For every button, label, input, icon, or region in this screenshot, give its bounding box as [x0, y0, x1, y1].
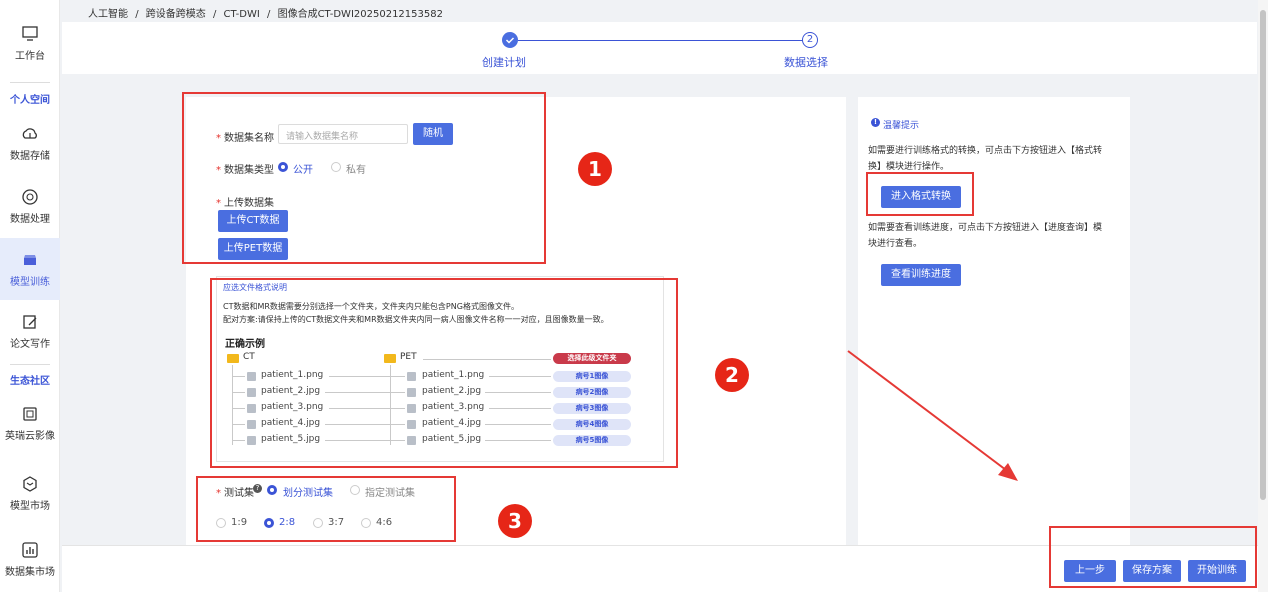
annotation-arrow	[847, 350, 1018, 481]
sidebar: 工作台 个人空间 数据存储 数据处理 模型训练 论文写作 生态社区 英瑞云影像 …	[0, 0, 60, 592]
step-label-create: 创建计划	[482, 56, 526, 69]
sidebar-item-label: 英瑞云影像	[5, 430, 55, 442]
image-icon	[23, 406, 37, 421]
tip-text-progress: 如需要查看训练进度，可点击下方按钮进入【进度查询】模块进行查看。	[868, 223, 1103, 249]
sidebar-section-personal: 个人空间	[10, 95, 50, 106]
breadcrumb-item[interactable]: 人工智能	[88, 9, 128, 20]
sidebar-item-storage[interactable]: 数据存储	[0, 112, 60, 174]
breadcrumb: 人工智能 / 跨设备跨模态 / CT-DWI / 图像合成CT-DWI20250…	[88, 5, 447, 20]
monitor-icon	[22, 25, 38, 41]
edit-icon	[23, 314, 37, 329]
step-connector	[518, 40, 805, 41]
breadcrumb-current: 图像合成CT-DWI20250212153582	[277, 9, 443, 20]
annotation-box-format	[866, 172, 974, 216]
sidebar-item-label: 数据处理	[10, 213, 50, 225]
box-icon	[24, 254, 36, 265]
breadcrumb-item[interactable]: CT-DWI	[224, 9, 260, 20]
annotation-box-1	[182, 92, 546, 264]
view-progress-button[interactable]: 查看训练进度	[881, 264, 961, 286]
aperture-icon	[22, 188, 38, 205]
breadcrumb-sep: /	[135, 9, 139, 20]
sidebar-item-dataset-market[interactable]: 数据集市场	[0, 528, 60, 590]
sidebar-section-community: 生态社区	[10, 376, 50, 387]
divider	[10, 82, 50, 83]
annotation-box-3	[196, 476, 456, 542]
sidebar-item-cloud-imaging[interactable]: 英瑞云影像	[0, 392, 60, 454]
sidebar-item-training[interactable]: 模型训练	[0, 238, 60, 300]
breadcrumb-sep: /	[267, 9, 271, 20]
breadcrumb-item[interactable]: 跨设备跨模态	[146, 9, 206, 20]
sidebar-item-writing[interactable]: 论文写作	[0, 300, 60, 362]
step-number: 2	[802, 32, 818, 48]
annotation-box-2	[210, 278, 678, 468]
step-complete-icon	[502, 32, 518, 48]
sidebar-item-label: 数据集市场	[5, 566, 55, 578]
annotation-badge-2: 2	[715, 358, 749, 392]
cloud-upload-icon	[22, 127, 37, 139]
sidebar-item-model-market[interactable]: 模型市场	[0, 462, 60, 524]
scrollbar-thumb[interactable]	[1260, 10, 1266, 500]
annotation-badge-1: 1	[578, 152, 612, 186]
sidebar-item-workbench[interactable]: 工作台	[0, 12, 60, 74]
sidebar-item-label: 模型训练	[10, 276, 50, 288]
tip-text-format: 如需要进行训练格式的转换，可点击下方按钮进入【格式转换】模块进行操作。	[868, 146, 1103, 172]
tip-title: 温馨提示	[883, 121, 920, 131]
info-icon: !	[871, 118, 880, 127]
annotation-box-actions	[1049, 526, 1257, 588]
step-indicator: 2 创建计划 数据选择	[62, 22, 1257, 74]
sidebar-item-processing[interactable]: 数据处理	[0, 175, 60, 237]
hexagon-icon	[23, 475, 37, 492]
annotation-badge-3: 3	[498, 504, 532, 538]
sidebar-item-label: 论文写作	[10, 338, 50, 350]
sidebar-item-label: 模型市场	[10, 500, 50, 512]
breadcrumb-sep: /	[212, 9, 217, 20]
sidebar-item-label: 工作台	[15, 50, 45, 62]
step-label-select: 数据选择	[784, 56, 828, 69]
divider	[10, 364, 50, 365]
bar-chart-icon	[22, 541, 38, 558]
sidebar-item-label: 数据存储	[10, 150, 50, 162]
